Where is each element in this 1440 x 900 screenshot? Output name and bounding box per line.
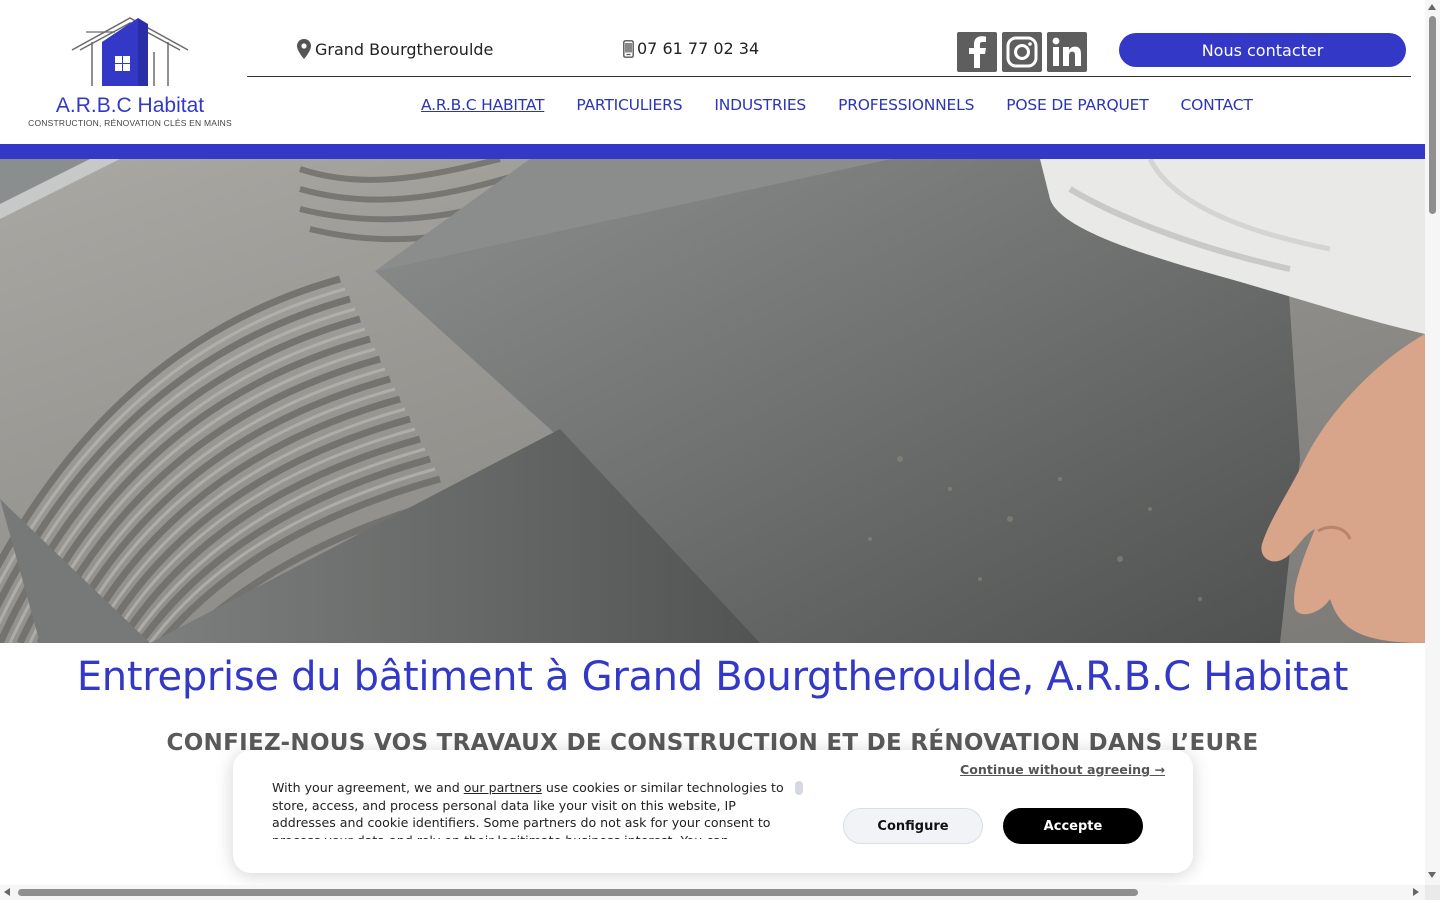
phone-link[interactable]: 07 61 77 02 34 (623, 39, 759, 58)
scroll-left-arrow-icon[interactable] (4, 888, 10, 896)
configure-button[interactable]: Configure (843, 808, 983, 844)
scrollbar-corner (1425, 885, 1440, 900)
social-links (957, 32, 1087, 72)
nav-item-pose-de-parquet[interactable]: POSE DE PARQUET (1006, 96, 1149, 114)
cookie-text-scrollbar[interactable] (795, 781, 803, 795)
instagram-icon (1006, 36, 1038, 68)
accept-button[interactable]: Accepte (1003, 808, 1143, 844)
house-logo-icon (71, 17, 189, 86)
continue-without-agreeing-link[interactable]: Continue without agreeing → (960, 762, 1165, 777)
hero-image (0, 159, 1425, 643)
instagram-link[interactable] (1002, 32, 1042, 72)
logo-title: A.R.B.C Habitat (55, 94, 205, 117)
site-logo[interactable]: A.R.B.C Habitat CONSTRUCTION, RÉNOVATION… (22, 12, 242, 132)
facebook-link[interactable] (957, 32, 997, 72)
contact-cta-button[interactable]: Nous contacter (1119, 33, 1406, 67)
location-text: Grand Bourgtheroulde (315, 39, 494, 59)
mobile-phone-icon (623, 39, 634, 58)
linkedin-icon (1052, 37, 1081, 66)
phone-number: 07 61 77 02 34 (637, 39, 760, 58)
vertical-scroll-thumb[interactable] (1429, 16, 1436, 214)
nav-item-particuliers[interactable]: PARTICULIERS (576, 96, 682, 114)
nav-item-arbc-habitat[interactable]: A.R.B.C HABITAT (421, 96, 545, 114)
header-topbar: Grand Bourgtheroulde 07 61 77 02 34 Nous… (247, 30, 1411, 77)
vertical-scrollbar[interactable] (1425, 0, 1440, 885)
map-pin-icon (297, 39, 311, 59)
page-title: Entreprise du bâtiment à Grand Bourgther… (76, 654, 1349, 700)
scroll-right-arrow-icon[interactable] (1413, 888, 1419, 896)
horizontal-scrollbar[interactable] (0, 885, 1425, 900)
location: Grand Bourgtheroulde (297, 39, 493, 59)
horizontal-scroll-thumb[interactable] (18, 889, 1138, 896)
logo-tagline: CONSTRUCTION, RÉNOVATION CLÉS EN MAINS (28, 118, 232, 128)
scroll-up-arrow-icon[interactable] (1428, 4, 1436, 10)
nav-item-contact[interactable]: CONTACT (1181, 96, 1253, 114)
facebook-icon (969, 36, 986, 68)
partners-link[interactable]: our partners (464, 780, 542, 795)
nav-item-professionnels[interactable]: PROFESSIONNELS (838, 96, 974, 114)
cookie-text: With your agreement, we and our partners… (272, 779, 797, 839)
cookie-text-intro: With your agreement, we and (272, 780, 464, 795)
main-nav: A.R.B.C HABITAT PARTICULIERS INDUSTRIES … (421, 96, 1253, 114)
scroll-down-arrow-icon[interactable] (1428, 872, 1436, 878)
cookie-consent-banner: With your agreement, we and our partners… (233, 750, 1193, 873)
tile-laying-illustration (0, 159, 1425, 643)
header-accent-band (0, 144, 1425, 159)
nav-item-industries[interactable]: INDUSTRIES (714, 96, 806, 114)
linkedin-link[interactable] (1047, 32, 1087, 72)
